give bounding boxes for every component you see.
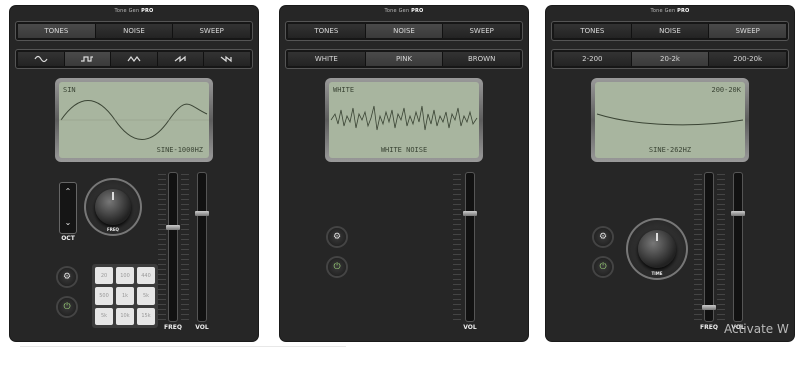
triangle-wave-icon[interactable] (111, 52, 158, 66)
lcd-display: WHITE WHITE NOISE (329, 82, 479, 158)
sawtooth-wave-icon[interactable] (157, 52, 205, 66)
mode-tabs: TONES NOISE SWEEP (15, 21, 253, 41)
volume-slider-thumb[interactable] (195, 211, 209, 216)
reverse-sawtooth-wave-icon[interactable] (204, 52, 250, 66)
sweep-panel: Tone Gen PRO TONES NOISE SWEEP 2-200 20-… (546, 6, 794, 341)
volume-slider-label: VOL (463, 324, 477, 331)
frequency-knob-label: FREQ (107, 227, 119, 232)
frequency-slider-label: FREQ (700, 324, 718, 331)
frequency-scale-ticks (181, 174, 189, 322)
waveform-tabs (15, 49, 253, 69)
sweep-knob[interactable] (638, 230, 676, 268)
preset-key[interactable]: 5k (137, 287, 155, 305)
preset-keypad: 20 100 440 500 1k 5k 5k 10k 15k (92, 264, 158, 328)
preset-key[interactable]: 1k (116, 287, 134, 305)
tab-tones[interactable]: TONES (288, 24, 366, 38)
octave-label: OCT (61, 235, 75, 242)
frequency-slider-thumb[interactable] (166, 225, 180, 230)
tab-tones[interactable]: TONES (18, 24, 96, 38)
tab-white[interactable]: WHITE (288, 52, 366, 66)
sweep-knob-label: TIME (651, 271, 663, 276)
preset-key[interactable]: 100 (116, 267, 134, 285)
sine-waveform (59, 100, 209, 140)
volume-slider-label: VOL (195, 324, 209, 331)
mode-tabs: TONES NOISE SWEEP (285, 21, 523, 41)
tab-range-2-200[interactable]: 2-200 (554, 52, 632, 66)
preset-key[interactable]: 10k (116, 307, 134, 325)
tones-panel: Tone Gen PRO TONES NOISE SWEEP SIN SINE-… (10, 6, 258, 341)
sine-wave-icon[interactable] (18, 52, 65, 66)
lcd-waveform-label: SIN (63, 86, 76, 94)
frequency-knob-ring: FREQ (84, 178, 142, 236)
volume-slider[interactable] (195, 172, 209, 322)
app-brand: Tone Gen PRO (650, 8, 690, 14)
frequency-slider[interactable] (166, 172, 180, 322)
preset-key[interactable]: 15k (137, 307, 155, 325)
settings-gear-icon[interactable]: ⚙ (58, 268, 76, 286)
volume-slider[interactable] (731, 172, 745, 322)
octave-up-button[interactable]: ⌃ (60, 187, 76, 196)
octave-down-button[interactable]: ⌄ (60, 218, 76, 227)
sweep-knob-ring: TIME (626, 218, 688, 280)
lcd-sweep-range: 200-20K (711, 86, 741, 94)
activation-watermark: Activate W (724, 322, 789, 336)
preset-key[interactable]: 500 (95, 287, 113, 305)
preset-key[interactable]: 440 (137, 267, 155, 285)
frequency-knob[interactable] (95, 189, 131, 225)
volume-slider-thumb[interactable] (463, 211, 477, 216)
tab-noise[interactable]: NOISE (95, 24, 174, 38)
tab-sweep[interactable]: SWEEP (173, 24, 251, 38)
tab-noise[interactable]: NOISE (631, 24, 710, 38)
preset-key[interactable]: 20 (95, 267, 113, 285)
noise-type-tabs: WHITE PINK BROWN (285, 49, 523, 69)
tab-range-200-20k[interactable]: 200-20k (709, 52, 787, 66)
tab-pink[interactable]: PINK (365, 52, 444, 66)
volume-slider[interactable] (463, 172, 477, 322)
app-brand: Tone Gen PRO (114, 8, 154, 14)
lcd-noise-label: WHITE (333, 86, 355, 94)
lcd-noise-readout: WHITE NOISE (380, 146, 428, 154)
tab-noise[interactable]: NOISE (365, 24, 444, 38)
app-brand: Tone Gen PRO (384, 8, 424, 14)
noise-waveform (330, 105, 478, 131)
settings-gear-icon[interactable]: ⚙ (328, 228, 346, 246)
frequency-slider-thumb[interactable] (702, 305, 716, 310)
settings-gear-icon[interactable]: ⚙ (594, 228, 612, 246)
noise-panel: Tone Gen PRO TONES NOISE SWEEP WHITE PIN… (280, 6, 528, 341)
lcd-frame: WHITE WHITE NOISE (325, 78, 483, 162)
power-icon[interactable]: ⏻ (328, 258, 346, 276)
power-icon[interactable]: ⏻ (58, 298, 76, 316)
page-divider (20, 346, 346, 347)
tab-tones[interactable]: TONES (554, 24, 632, 38)
mode-tabs: TONES NOISE SWEEP (551, 21, 789, 41)
lcd-frequency-readout: SINE-1000HZ (156, 146, 203, 154)
sweep-waveform (596, 113, 744, 126)
tab-range-20-2k[interactable]: 20-2k (631, 52, 710, 66)
power-icon[interactable]: ⏻ (594, 258, 612, 276)
lcd-display: SIN SINE-1000HZ (59, 82, 209, 158)
tab-sweep[interactable]: SWEEP (443, 24, 521, 38)
volume-scale-ticks (453, 174, 461, 322)
lcd-frame: SIN SINE-1000HZ (55, 78, 213, 162)
lcd-sweep-readout: SINE-262HZ (648, 146, 692, 154)
preset-key[interactable]: 5k (95, 307, 113, 325)
lcd-frame: 200-20K SINE-262HZ (591, 78, 749, 162)
frequency-scale-ticks (717, 174, 725, 322)
sweep-range-tabs: 2-200 20-2k 200-20k (551, 49, 789, 69)
frequency-scale-ticks (694, 174, 702, 322)
square-wave-icon[interactable] (64, 52, 112, 66)
tab-brown[interactable]: BROWN (443, 52, 521, 66)
octave-stepper: ⌃ ⌄ (59, 182, 77, 234)
tab-sweep[interactable]: SWEEP (709, 24, 787, 38)
lcd-display: 200-20K SINE-262HZ (595, 82, 745, 158)
frequency-scale-ticks (158, 174, 166, 322)
frequency-slider[interactable] (702, 172, 716, 322)
frequency-slider-label: FREQ (164, 324, 182, 331)
volume-slider-thumb[interactable] (731, 211, 745, 216)
